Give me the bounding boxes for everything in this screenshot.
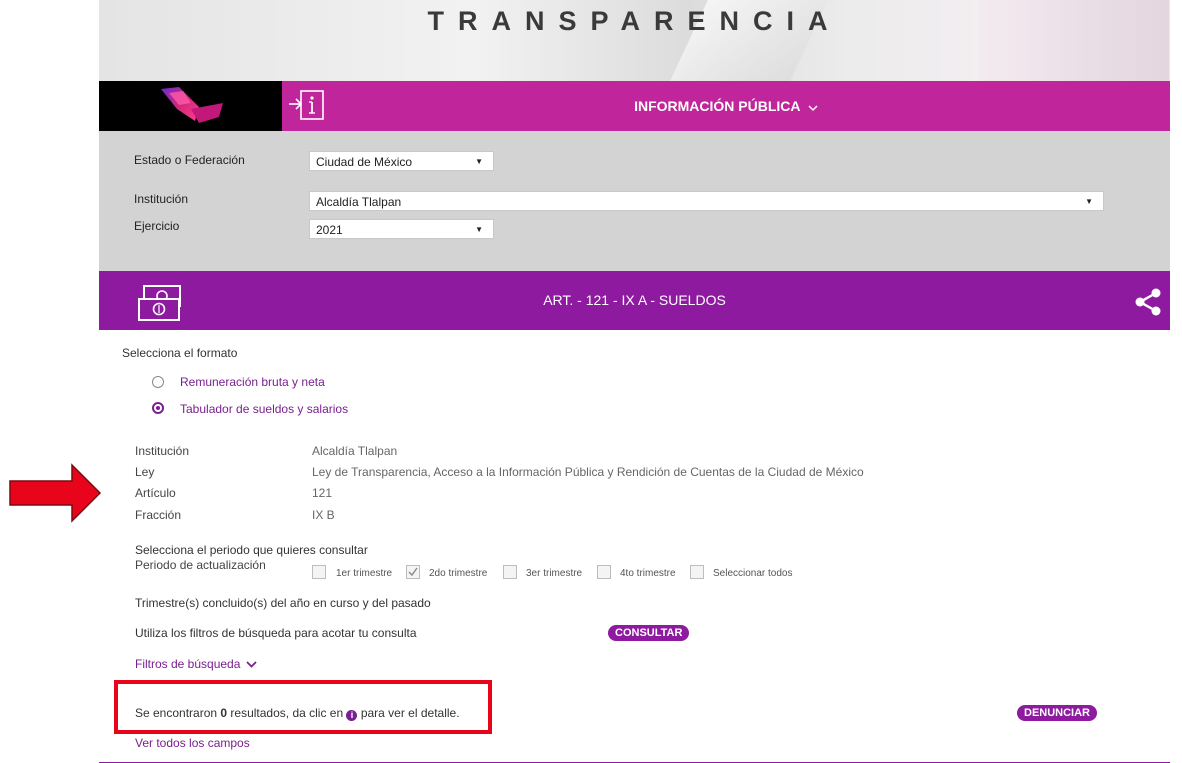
detail-value-ley: Ley de Transparencia, Acceso a la Inform… <box>312 465 864 479</box>
checkbox-1er-trimestre[interactable] <box>312 565 326 579</box>
checkbox-seleccionar-todos[interactable] <box>690 565 704 579</box>
format-prompt: Selecciona el formato <box>122 346 238 360</box>
checkbox-label-seleccionar-todos[interactable]: Seleccionar todos <box>713 568 793 579</box>
search-filters-label: Filtros de búsqueda <box>135 657 241 671</box>
checkbox-label-1er-trimestre[interactable]: 1er trimestre <box>336 568 392 579</box>
consult-hint: Utiliza los filtros de búsqueda para aco… <box>135 626 417 640</box>
year-label: Ejercicio <box>134 219 180 233</box>
checkbox-label-2do-trimestre[interactable]: 2do trimestre <box>429 568 487 579</box>
filters-panel: Estado o Federación Ciudad de México ▼ I… <box>99 131 1170 271</box>
top-nav-bar: INFORMACIÓN PÚBLICA <box>99 81 1170 131</box>
year-select[interactable]: 2021 ▼ <box>309 219 494 239</box>
menu-label: INFORMACIÓN PÚBLICA <box>634 98 801 114</box>
share-icon[interactable] <box>1133 287 1163 317</box>
checkbox-label-3er-trimestre[interactable]: 3er trimestre <box>526 568 582 579</box>
consultar-button[interactable]: CONSULTAR <box>608 625 690 641</box>
checkmark-icon <box>408 567 418 577</box>
detail-value-institucion: Alcaldía Tlalpan <box>312 444 398 458</box>
detail-label-institucion: Institución <box>135 444 190 458</box>
state-select-value: Ciudad de México <box>316 155 413 169</box>
detail-value-articulo: 121 <box>312 486 333 500</box>
period-label: Periodo de actualización <box>135 558 266 572</box>
period-note: Trimestre(s) concluido(s) del año en cur… <box>135 596 431 610</box>
detail-label-fraccion: Fracción <box>135 508 182 522</box>
institution-select-value: Alcaldía Tlalpan <box>316 195 402 209</box>
chevron-down-icon <box>808 82 818 132</box>
checkbox-label-4to-trimestre[interactable]: 4to trimestre <box>620 568 676 579</box>
state-select[interactable]: Ciudad de México ▼ <box>309 151 494 171</box>
header-banner: TRANSPARENCIA <box>99 0 1170 81</box>
radio-remuneracion[interactable] <box>152 376 164 388</box>
search-filters-toggle[interactable]: Filtros de búsqueda <box>135 657 257 671</box>
section-title: ART. - 121 - IX A - SUELDOS <box>543 292 726 308</box>
state-label: Estado o Federación <box>134 153 245 167</box>
caret-down-icon: ▼ <box>1085 197 1093 206</box>
banner-title: TRANSPARENCIA <box>427 6 842 36</box>
view-all-fields-link[interactable]: Ver todos los campos <box>135 736 250 750</box>
denunciar-button[interactable]: DENUNCIAR <box>1017 705 1097 721</box>
checkbox-3er-trimestre[interactable] <box>503 565 517 579</box>
radio-label-remuneracion[interactable]: Remuneración bruta y neta <box>180 375 325 389</box>
radio-label-tabulador[interactable]: Tabulador de sueldos y salarios <box>180 402 348 416</box>
checkbox-2do-trimestre[interactable] <box>406 565 420 579</box>
caret-down-icon: ▼ <box>475 225 483 234</box>
chevron-down-icon <box>246 661 257 668</box>
annotation-arrow <box>9 463 102 523</box>
logo[interactable] <box>99 81 282 131</box>
period-prompt: Selecciona el periodo que quieres consul… <box>135 543 368 557</box>
radio-tabulador[interactable] <box>152 402 164 414</box>
annotation-box <box>114 680 492 734</box>
detail-label-ley: Ley <box>135 465 155 479</box>
detail-value-fraccion: IX B <box>312 508 335 522</box>
detail-label-articulo: Artículo <box>135 486 176 500</box>
checkbox-4to-trimestre[interactable] <box>597 565 611 579</box>
caret-down-icon: ▼ <box>475 157 483 166</box>
institution-select[interactable]: Alcaldía Tlalpan ▼ <box>309 191 1104 211</box>
informacion-publica-menu[interactable]: INFORMACIÓN PÚBLICA <box>282 81 1170 131</box>
section-header: ART. - 121 - IX A - SUELDOS <box>99 271 1170 330</box>
institution-label: Institución <box>134 192 189 206</box>
year-select-value: 2021 <box>316 223 343 237</box>
